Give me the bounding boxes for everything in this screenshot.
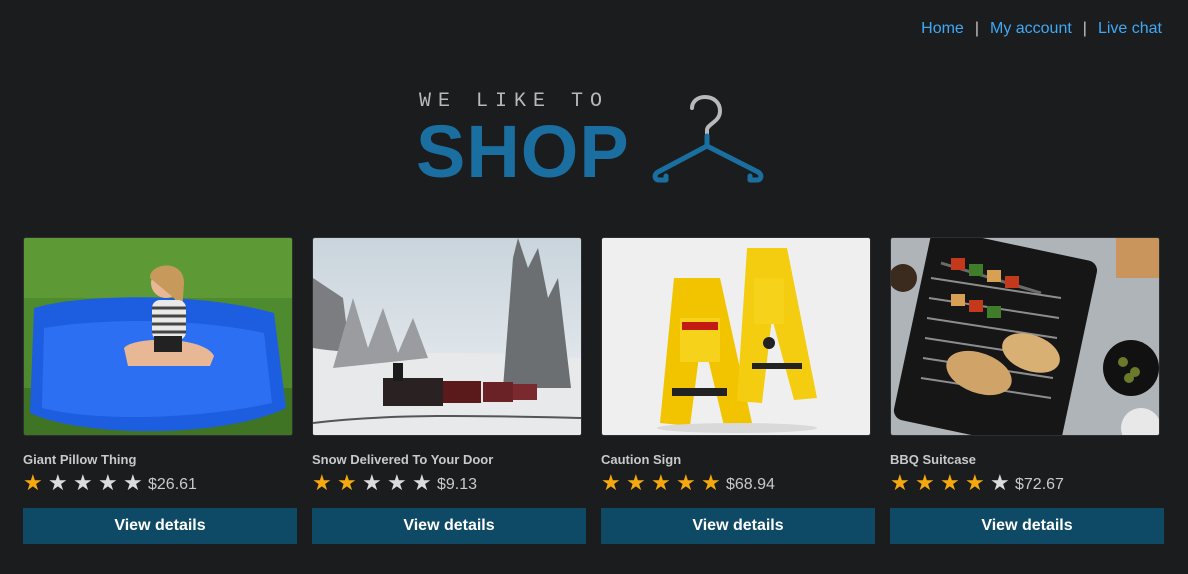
view-details-button[interactable]: View details (601, 508, 875, 544)
nav-home-link[interactable]: Home (921, 20, 964, 38)
view-details-button[interactable]: View details (23, 508, 297, 544)
product-rating-row: ★ ★ ★ ★ ★ $68.94 (601, 472, 875, 494)
product-price: $9.13 (437, 476, 478, 493)
hanger-icon (652, 94, 764, 183)
product-price: $72.67 (1015, 476, 1064, 493)
star-rating: ★ ★ ★ ★ ★ (23, 472, 148, 494)
nav-separator: | (974, 20, 979, 37)
star-rating: ★ ★ ★ ★ ★ (890, 472, 1015, 494)
product-image[interactable] (601, 237, 871, 436)
logo-word: SHOP (416, 110, 630, 193)
star-filled-icon: ★ (890, 470, 910, 495)
product-rating-row: ★ ★ ★ ★ ★ $9.13 (312, 472, 586, 494)
product-title: Caution Sign (601, 452, 682, 467)
star-filled-icon: ★ (23, 470, 43, 495)
site-logo[interactable]: WE LIKE TO SHOP (414, 86, 774, 196)
star-empty-icon: ★ (412, 470, 432, 495)
top-nav: Home | My account | Live chat (921, 20, 1162, 38)
page: Home | My account | Live chat WE LIKE TO… (0, 0, 1188, 574)
star-empty-icon: ★ (362, 470, 382, 495)
product-title: Giant Pillow Thing (23, 452, 137, 467)
caution-sign-photo (602, 238, 870, 435)
nav-my-account-link[interactable]: My account (990, 20, 1072, 38)
star-filled-icon: ★ (337, 470, 357, 495)
star-rating: ★ ★ ★ ★ ★ (601, 472, 726, 494)
product-rating-row: ★ ★ ★ ★ ★ $26.61 (23, 472, 297, 494)
star-empty-icon: ★ (98, 470, 118, 495)
product-card: BBQ Suitcase ★ ★ ★ ★ ★ $72.67 View details (890, 237, 1164, 544)
product-price: $68.94 (726, 476, 775, 493)
star-filled-icon: ★ (651, 470, 671, 495)
star-filled-icon: ★ (601, 470, 621, 495)
star-filled-icon: ★ (312, 470, 332, 495)
star-filled-icon: ★ (940, 470, 960, 495)
star-filled-icon: ★ (676, 470, 696, 495)
product-rating-row: ★ ★ ★ ★ ★ $72.67 (890, 472, 1164, 494)
snow-train-photo (313, 238, 581, 435)
star-empty-icon: ★ (48, 470, 68, 495)
star-empty-icon: ★ (387, 470, 407, 495)
view-details-button[interactable]: View details (890, 508, 1164, 544)
product-title: BBQ Suitcase (890, 452, 976, 467)
product-card: Caution Sign ★ ★ ★ ★ ★ $68.94 View details (601, 237, 875, 544)
product-image[interactable] (23, 237, 293, 436)
product-title: Snow Delivered To Your Door (312, 452, 494, 467)
product-card: Giant Pillow Thing ★ ★ ★ ★ ★ $26.61 View det… (23, 237, 297, 544)
star-filled-icon: ★ (626, 470, 646, 495)
blue-bean-bag-photo (24, 238, 292, 435)
product-image[interactable] (890, 237, 1160, 436)
nav-live-chat-link[interactable]: Live chat (1098, 20, 1162, 38)
star-empty-icon: ★ (73, 470, 93, 495)
star-empty-icon: ★ (123, 470, 143, 495)
star-filled-icon: ★ (915, 470, 935, 495)
product-price: $26.61 (148, 476, 197, 493)
product-image[interactable] (312, 237, 582, 436)
nav-separator: | (1082, 20, 1087, 37)
view-details-button[interactable]: View details (312, 508, 586, 544)
bbq-grill-photo (891, 238, 1159, 435)
product-card: Snow Delivered To Your Door ★ ★ ★ ★ ★ $9.13 … (312, 237, 586, 544)
star-rating: ★ ★ ★ ★ ★ (312, 472, 437, 494)
star-empty-icon: ★ (990, 470, 1010, 495)
star-filled-icon: ★ (701, 470, 721, 495)
star-filled-icon: ★ (965, 470, 985, 495)
